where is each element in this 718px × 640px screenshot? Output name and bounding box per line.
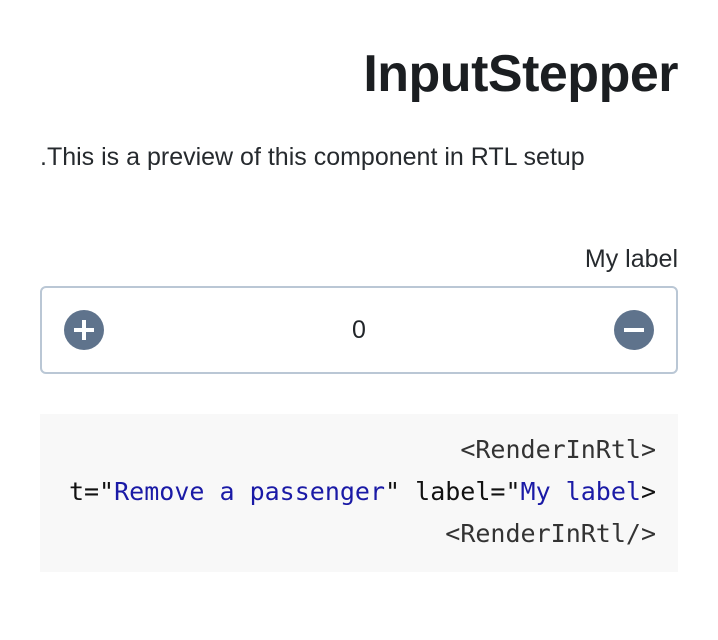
code-line-close-tag: <RenderInRtl/> [445, 519, 656, 548]
increment-button[interactable] [64, 310, 104, 350]
code-line-open-tag: <RenderInRtl> [460, 435, 656, 464]
page-title: InputStepper [363, 45, 678, 103]
code-string: Remove a passenger [114, 477, 386, 506]
component-preview-page: InputStepper .This is a preview of this … [0, 0, 718, 640]
code-example: <RenderInRtl> t="Remove a passenger" lab… [40, 414, 678, 572]
stepper-label: My label [584, 245, 678, 273]
code-text: " label=" [385, 477, 521, 506]
input-stepper [40, 286, 678, 374]
minus-icon [624, 328, 644, 332]
code-text: t=" [68, 477, 115, 506]
stepper-value-input[interactable] [162, 288, 556, 372]
plus-icon [74, 320, 94, 340]
page-description: .This is a preview of this component in … [40, 143, 585, 171]
decrement-button[interactable] [614, 310, 654, 350]
code-string: My label [520, 477, 641, 506]
code-text: > [640, 477, 656, 506]
code-line-component: t="Remove a passenger" label="My label> [69, 475, 656, 509]
